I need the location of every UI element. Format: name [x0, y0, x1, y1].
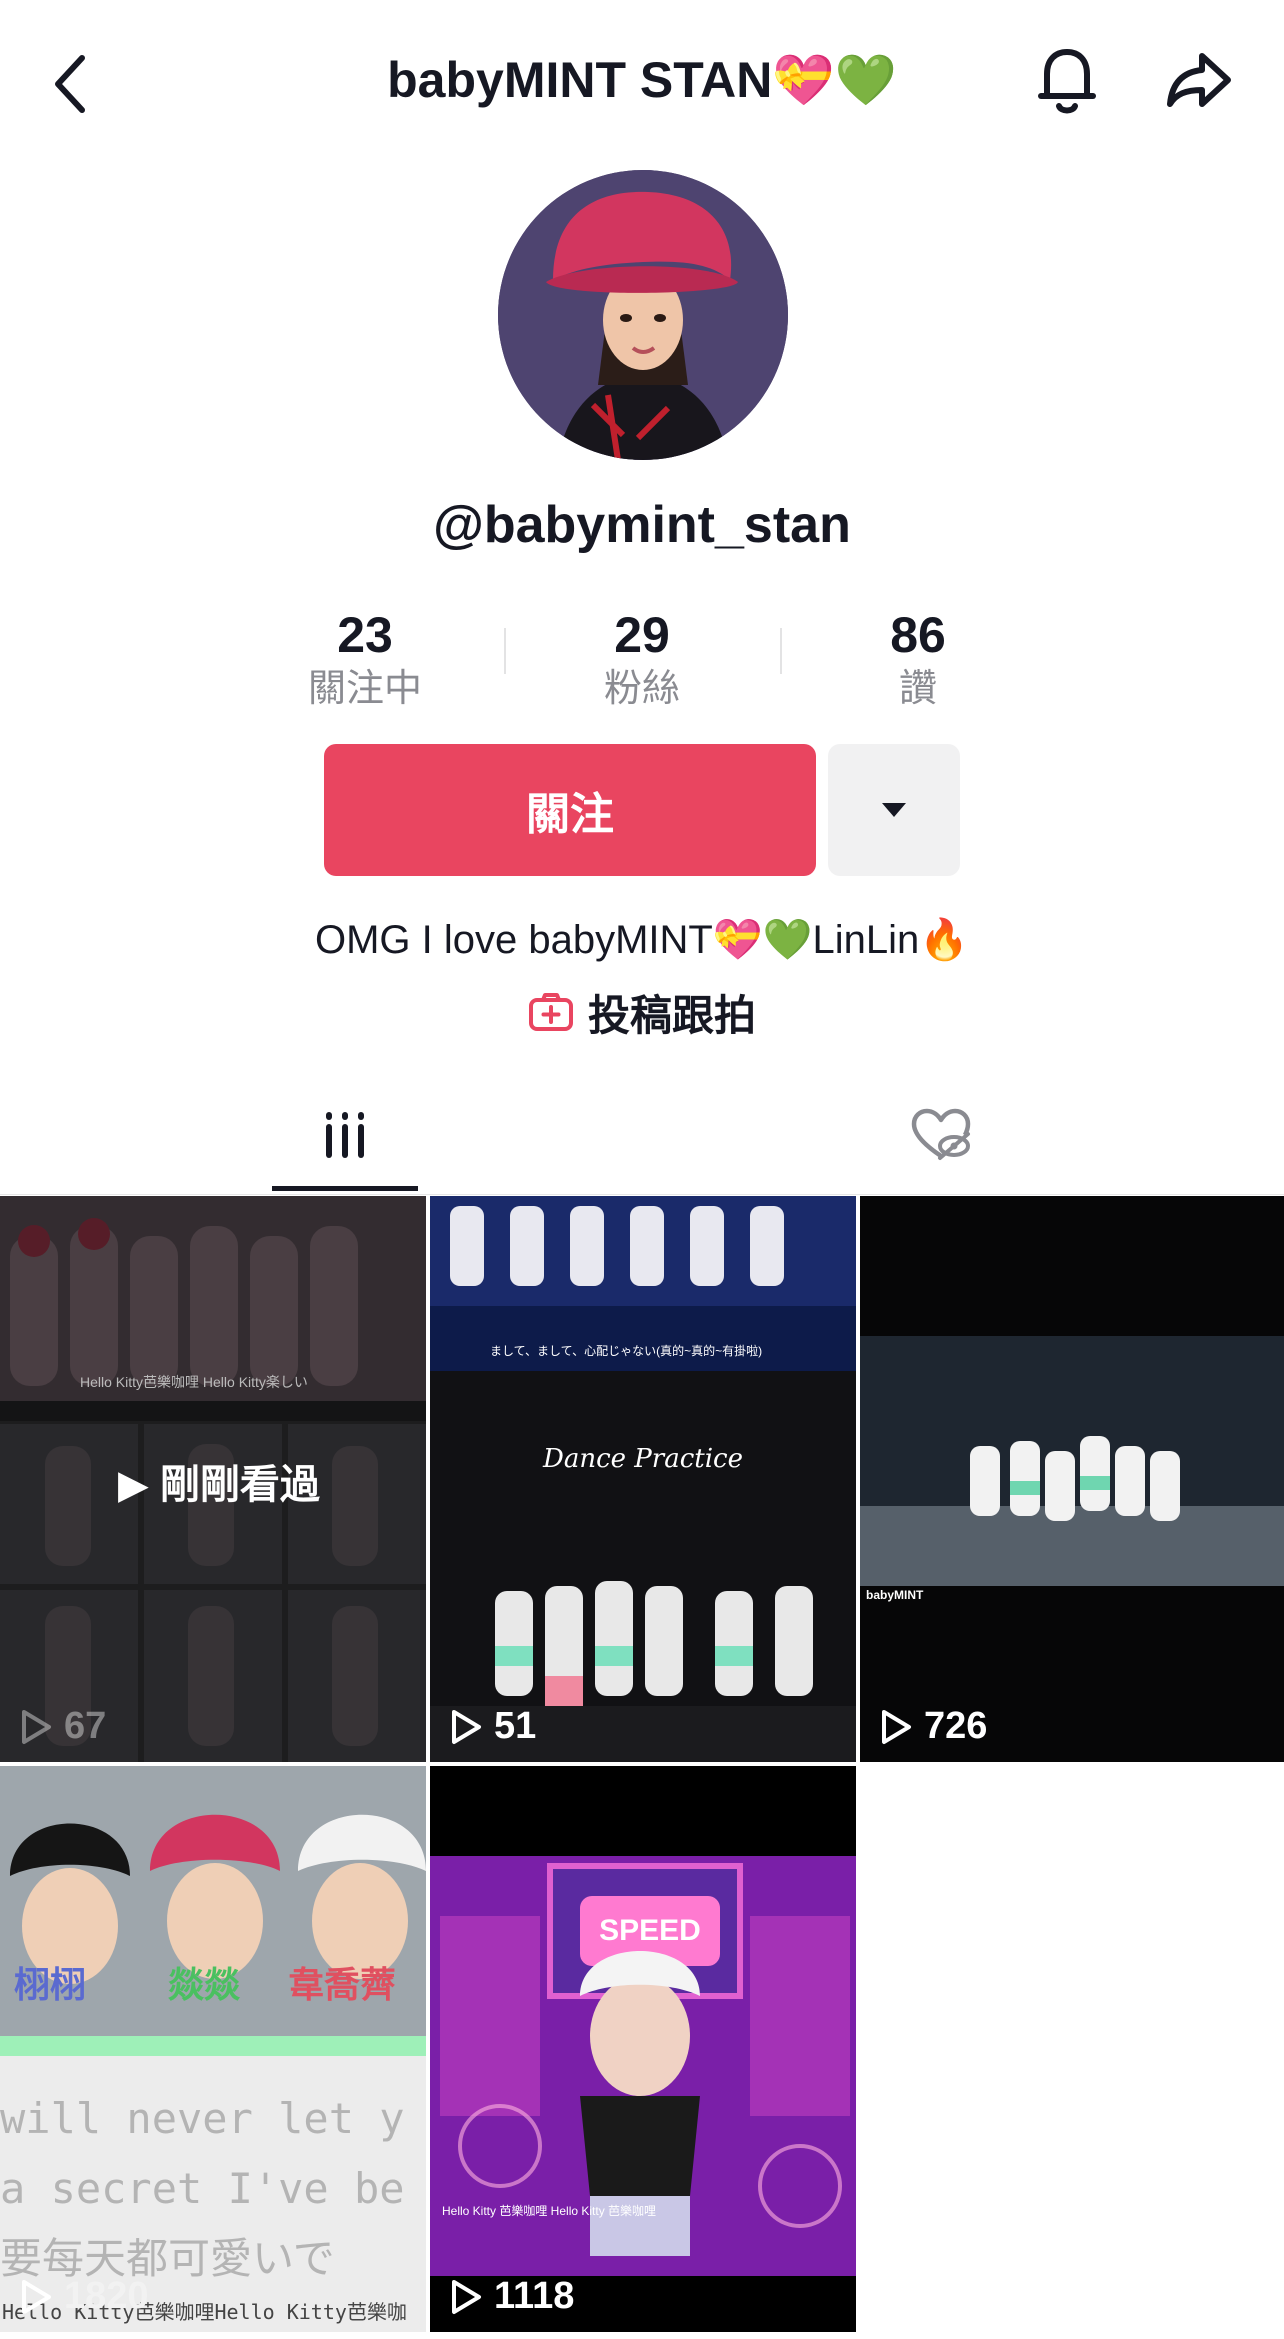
- member-name-label: 韋喬薺: [288, 1964, 397, 2005]
- view-count: 1820: [20, 2275, 149, 2318]
- video-caption: babyMINT: [866, 1588, 924, 1602]
- view-count: 726: [880, 1705, 987, 1748]
- username: @babymint_stan: [433, 496, 851, 554]
- view-count: 67: [20, 1705, 106, 1748]
- recently-viewed-label: ▶ 剛剛看過: [118, 1463, 320, 1507]
- view-count: 51: [450, 1705, 536, 1748]
- member-name-label: 栩栩: [14, 1964, 87, 2005]
- view-count-value: 67: [64, 1705, 107, 1747]
- bio: OMG I love babyMINT💝💚LinLin🔥: [314, 918, 970, 962]
- lyric-overlay: will never let y a secret I've be 要每天都可愛…: [0, 2084, 426, 2294]
- bell-icon: [1038, 49, 1096, 114]
- play-icon: [22, 2279, 51, 2314]
- followers-label: 粉絲: [603, 668, 680, 710]
- stat-divider: [780, 628, 782, 674]
- followers-stat[interactable]: 29 粉絲: [542, 605, 742, 713]
- play-icon: [22, 1709, 51, 1744]
- video-thumbnail[interactable]: babyMINT 726: [860, 1196, 1284, 1762]
- notification-button[interactable]: [1032, 40, 1102, 120]
- duet-label: 投稿跟拍: [587, 991, 756, 1039]
- share-arrow-icon: [1167, 53, 1231, 107]
- stage-sign-text: SPEED: [599, 1914, 701, 1947]
- video-title-overlay: Dance Practice: [542, 1444, 743, 1474]
- follow-button[interactable]: 關注: [324, 744, 816, 876]
- member-name-label: 燚燚: [168, 1964, 241, 2005]
- play-icon: [452, 2279, 481, 2314]
- stat-divider: [504, 628, 506, 674]
- tab-liked[interactable]: [868, 1080, 1014, 1190]
- play-icon: [882, 1709, 911, 1744]
- active-tab-indicator: [272, 1186, 418, 1191]
- following-count: 23: [337, 607, 393, 663]
- suggested-accounts-button[interactable]: [828, 744, 960, 876]
- following-stat[interactable]: 23 關注中: [265, 605, 465, 713]
- following-label: 關注中: [307, 668, 422, 710]
- lyric-line: will never let y: [0, 2094, 405, 2143]
- caret-down-icon: [882, 803, 906, 817]
- video-caption: まして、まして、心配じゃない(真的~真的~有掛啦): [490, 1344, 763, 1358]
- video-thumbnail[interactable]: SPEED Hello Kitty 芭樂咖哩 Hello Kitty 芭樂咖哩 …: [430, 1766, 856, 2332]
- view-count-value: 1118: [494, 2275, 575, 2317]
- lyric-line: a secret I've be: [0, 2164, 405, 2213]
- share-button[interactable]: [1160, 40, 1240, 120]
- view-count-value: 51: [494, 1705, 537, 1747]
- video-caption: Hello Kitty芭樂咖哩 Hello Kitty楽しい: [80, 1374, 308, 1390]
- liked-hidden-icon: [911, 1108, 971, 1160]
- grid-lines-icon: [326, 1112, 364, 1158]
- likes-stat[interactable]: 86 讚: [818, 605, 1018, 713]
- play-icon: [452, 1709, 481, 1744]
- video-thumbnail[interactable]: まして、まして、心配じゃない(真的~真的~有掛啦) Dance Practice…: [430, 1196, 856, 1762]
- view-count: 1118: [450, 2275, 574, 2318]
- tab-videos[interactable]: [272, 1080, 418, 1190]
- avatar[interactable]: [498, 170, 788, 460]
- view-count-value: 1820: [64, 2275, 149, 2317]
- video-caption: Hello Kitty 芭樂咖哩 Hello Kitty 芭樂咖哩: [442, 2204, 657, 2218]
- video-thumbnail[interactable]: 栩栩 燚燚 韋喬薺 will never let y a secret I've…: [0, 1766, 426, 2332]
- tab-divider: [0, 1194, 1284, 1195]
- duet-submission-link[interactable]: 投稿跟拍: [0, 980, 1284, 1044]
- likes-label: 讚: [898, 668, 937, 710]
- view-count-value: 726: [924, 1705, 988, 1747]
- video-add-icon: [528, 993, 573, 1031]
- video-thumbnail[interactable]: Hello Kitty芭樂咖哩 Hello Kitty楽しい ▶ 剛剛看過 67: [0, 1196, 426, 1762]
- likes-count: 86: [890, 607, 946, 663]
- followers-count: 29: [614, 607, 670, 663]
